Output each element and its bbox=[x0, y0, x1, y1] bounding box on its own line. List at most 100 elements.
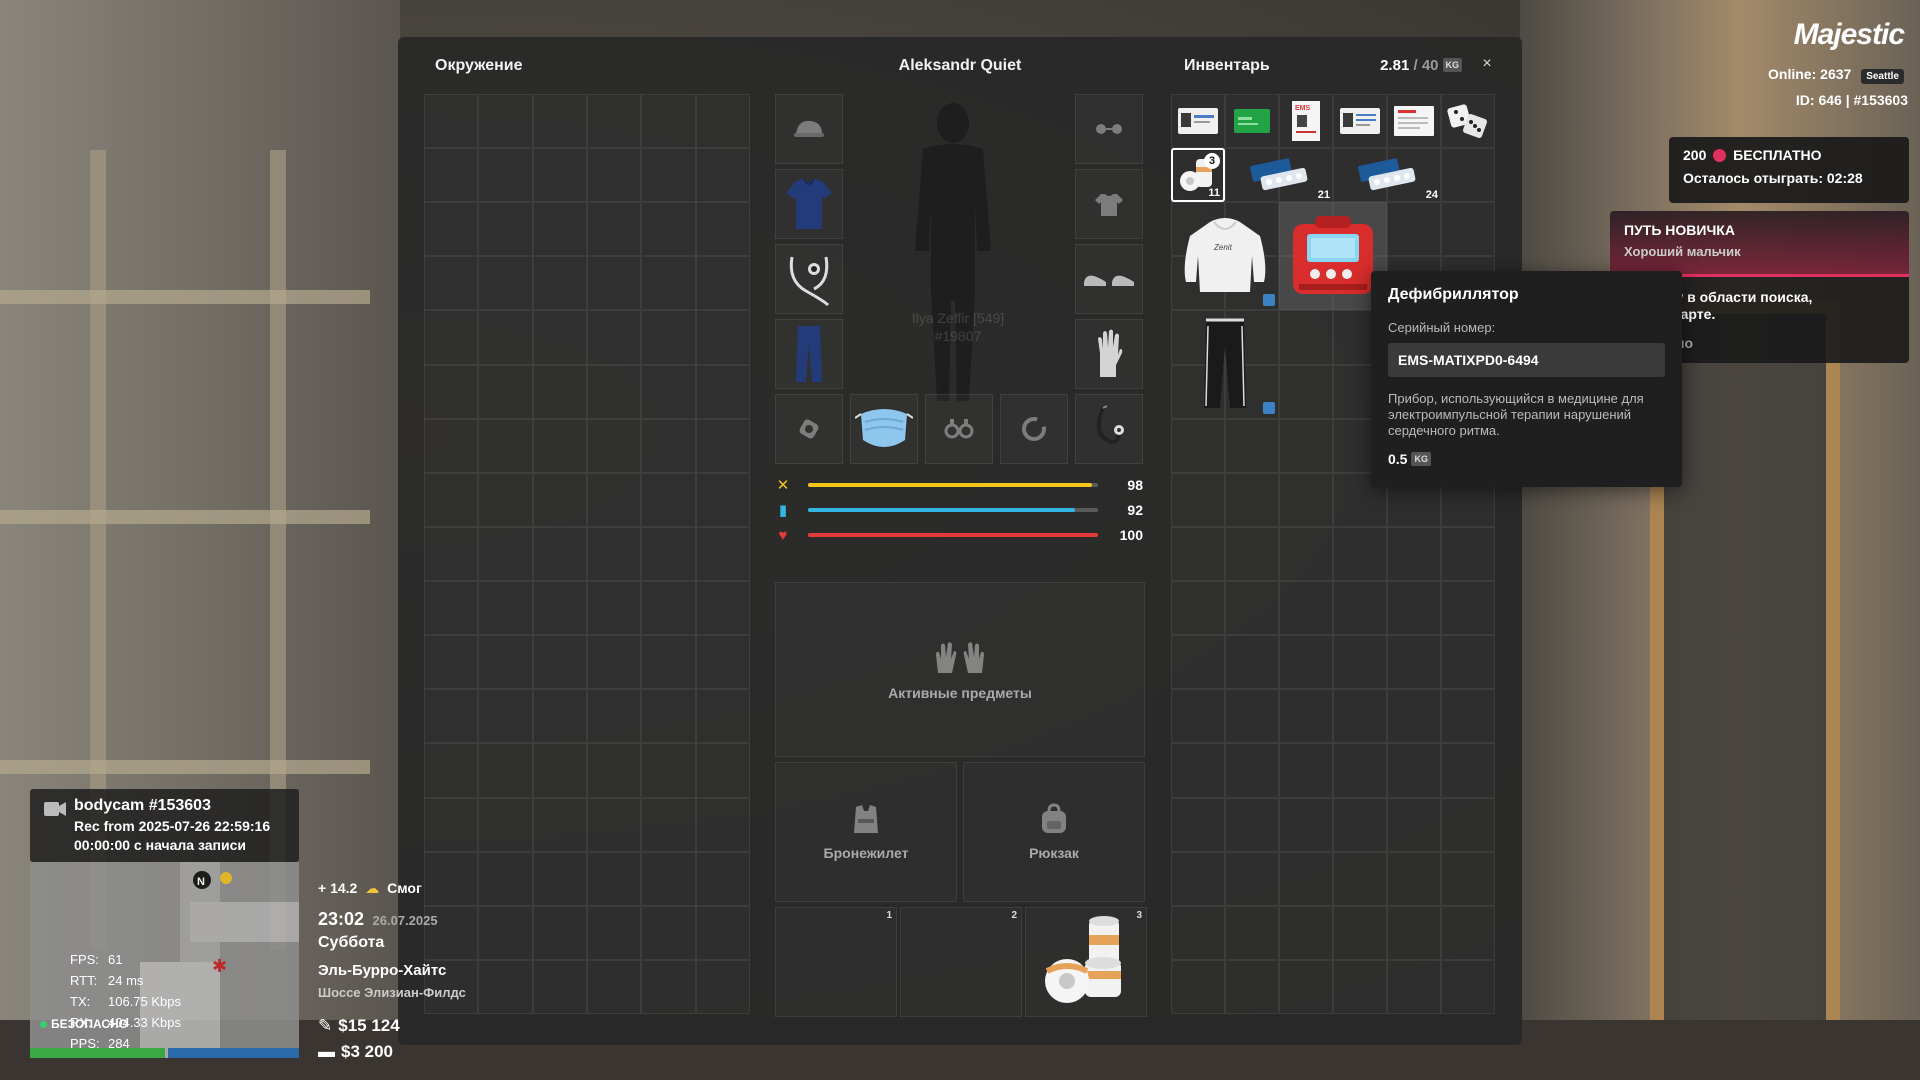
environment-cell[interactable] bbox=[586, 689, 642, 744]
inventory-cell[interactable] bbox=[1171, 797, 1225, 852]
inventory-cell[interactable] bbox=[1225, 526, 1279, 582]
environment-cell[interactable] bbox=[641, 743, 696, 798]
environment-cell[interactable] bbox=[695, 905, 750, 960]
environment-cell[interactable] bbox=[424, 418, 479, 473]
environment-cell[interactable] bbox=[586, 635, 642, 690]
environment-cell[interactable] bbox=[478, 202, 533, 257]
environment-cell[interactable] bbox=[586, 202, 642, 257]
slot-shoes[interactable] bbox=[1075, 244, 1143, 314]
environment-cell[interactable] bbox=[695, 310, 750, 365]
environment-cell[interactable] bbox=[478, 256, 533, 311]
environment-cell[interactable] bbox=[586, 418, 642, 473]
environment-cell[interactable] bbox=[641, 202, 696, 257]
environment-cell[interactable] bbox=[695, 364, 750, 419]
environment-cell[interactable] bbox=[424, 635, 479, 690]
environment-cell[interactable] bbox=[424, 256, 479, 311]
inventory-cell[interactable] bbox=[1441, 959, 1495, 1014]
inventory-cell[interactable] bbox=[1279, 959, 1333, 1014]
item-passport[interactable] bbox=[1333, 94, 1387, 148]
environment-cell[interactable] bbox=[641, 310, 696, 365]
inventory-cell[interactable] bbox=[1387, 851, 1441, 906]
environment-cell[interactable] bbox=[478, 905, 533, 960]
environment-cell[interactable] bbox=[641, 581, 696, 636]
inventory-cell[interactable] bbox=[1171, 689, 1225, 744]
environment-cell[interactable] bbox=[695, 472, 750, 527]
environment-cell[interactable] bbox=[695, 851, 750, 906]
item-hoodie[interactable]: Zenit bbox=[1171, 202, 1279, 310]
environment-cell[interactable] bbox=[641, 797, 696, 852]
inventory-cell[interactable] bbox=[1171, 851, 1225, 906]
environment-cell[interactable] bbox=[695, 418, 750, 473]
slot-pants[interactable] bbox=[775, 319, 843, 389]
environment-cell[interactable] bbox=[478, 94, 533, 149]
environment-cell[interactable] bbox=[695, 581, 750, 636]
environment-cell[interactable] bbox=[532, 256, 587, 311]
inventory-cell[interactable] bbox=[1387, 526, 1441, 582]
promo-card[interactable]: 200 БЕСПЛАТНО Осталось отыграть: 02:28 bbox=[1669, 137, 1909, 203]
environment-cell[interactable] bbox=[424, 851, 479, 906]
environment-cell[interactable] bbox=[532, 148, 587, 203]
item-green-card[interactable] bbox=[1225, 94, 1279, 148]
environment-cell[interactable] bbox=[532, 797, 587, 852]
inventory-cell[interactable] bbox=[1441, 689, 1495, 744]
armor-slot[interactable]: Бронежилет bbox=[775, 762, 957, 902]
inventory-cell[interactable] bbox=[1387, 635, 1441, 690]
inventory-cell[interactable] bbox=[1279, 797, 1333, 852]
environment-cell[interactable] bbox=[478, 148, 533, 203]
inventory-cell[interactable] bbox=[1441, 905, 1495, 960]
slot-glasses[interactable] bbox=[1075, 94, 1143, 164]
inventory-cell[interactable] bbox=[1279, 905, 1333, 960]
environment-cell[interactable] bbox=[586, 472, 642, 527]
inventory-cell[interactable] bbox=[1441, 148, 1495, 203]
environment-cell[interactable] bbox=[478, 689, 533, 744]
inventory-cell[interactable] bbox=[1333, 635, 1387, 690]
environment-cell[interactable] bbox=[424, 364, 479, 419]
inventory-cell[interactable] bbox=[1171, 743, 1225, 798]
inventory-cell[interactable] bbox=[1225, 635, 1279, 690]
inventory-cell[interactable] bbox=[1225, 851, 1279, 906]
slot-earrings[interactable] bbox=[925, 394, 993, 464]
environment-cell[interactable] bbox=[695, 526, 750, 582]
item-id-card[interactable] bbox=[1171, 94, 1225, 148]
inventory-cell[interactable] bbox=[1441, 797, 1495, 852]
environment-cell[interactable] bbox=[695, 148, 750, 203]
inventory-cell[interactable] bbox=[1171, 418, 1225, 473]
quick-slot-2[interactable]: 2 bbox=[900, 907, 1022, 1017]
inventory-cell[interactable] bbox=[1225, 959, 1279, 1014]
environment-cell[interactable] bbox=[532, 472, 587, 527]
environment-cell[interactable] bbox=[641, 256, 696, 311]
slot-top[interactable] bbox=[775, 169, 843, 239]
environment-cell[interactable] bbox=[695, 635, 750, 690]
environment-cell[interactable] bbox=[641, 959, 696, 1014]
environment-cell[interactable] bbox=[478, 364, 533, 419]
environment-cell[interactable] bbox=[695, 797, 750, 852]
environment-cell[interactable] bbox=[641, 418, 696, 473]
inventory-cell[interactable] bbox=[1171, 581, 1225, 636]
environment-cell[interactable] bbox=[532, 581, 587, 636]
environment-cell[interactable] bbox=[424, 94, 479, 149]
inventory-cell[interactable] bbox=[1225, 581, 1279, 636]
environment-cell[interactable] bbox=[641, 364, 696, 419]
item-medical-form[interactable] bbox=[1387, 94, 1441, 148]
slot-mask[interactable] bbox=[850, 394, 918, 464]
environment-cell[interactable] bbox=[532, 364, 587, 419]
environment-cell[interactable] bbox=[424, 581, 479, 636]
inventory-cell[interactable] bbox=[1333, 851, 1387, 906]
environment-cell[interactable] bbox=[586, 94, 642, 149]
active-items-area[interactable]: Активные предметы bbox=[775, 582, 1145, 757]
slot-gloves[interactable] bbox=[1075, 319, 1143, 389]
environment-cell[interactable] bbox=[586, 526, 642, 582]
item-bandage[interactable]: 3 11 bbox=[1171, 148, 1225, 202]
inventory-cell[interactable] bbox=[1225, 689, 1279, 744]
environment-cell[interactable] bbox=[478, 851, 533, 906]
environment-cell[interactable] bbox=[532, 743, 587, 798]
environment-cell[interactable] bbox=[532, 202, 587, 257]
environment-cell[interactable] bbox=[424, 797, 479, 852]
environment-cell[interactable] bbox=[641, 94, 696, 149]
environment-cell[interactable] bbox=[478, 797, 533, 852]
inventory-cell[interactable] bbox=[1333, 526, 1387, 582]
slot-accessory[interactable] bbox=[775, 244, 843, 314]
environment-cell[interactable] bbox=[695, 959, 750, 1014]
environment-cell[interactable] bbox=[478, 526, 533, 582]
inventory-cell[interactable] bbox=[1279, 418, 1333, 473]
